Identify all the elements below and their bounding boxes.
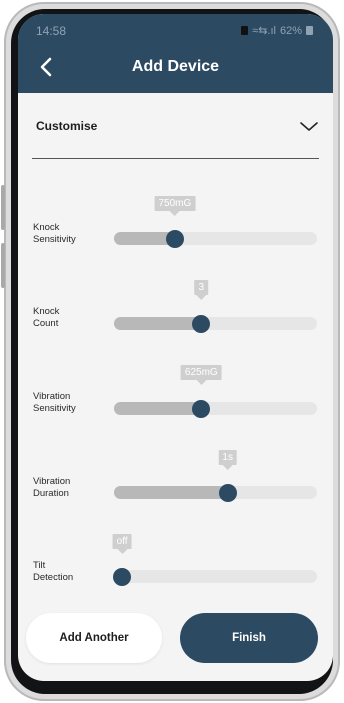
phone-side-button [1, 185, 5, 230]
setting-label: Tilt Detection [33, 560, 103, 583]
label-line1: Vibration [33, 476, 71, 487]
slider-thumb[interactable] [165, 229, 184, 248]
setting-label: Vibration Duration [33, 476, 103, 499]
value-tooltip: off [112, 534, 132, 554]
slider-fill [114, 317, 202, 330]
slider-thumb[interactable] [113, 567, 132, 586]
battery-icon [306, 26, 313, 35]
slider-thumb[interactable] [192, 314, 211, 333]
dropdown-label: Customise [36, 119, 98, 133]
value-tooltip: 1s [218, 450, 237, 470]
value-tooltip: 625mG [180, 365, 222, 385]
value-tooltip: 750mG [154, 196, 196, 216]
setting-label: Knock Sensitivity [33, 222, 103, 245]
battery-level: 62% [279, 24, 302, 37]
slider-track[interactable]: 625mG [114, 365, 317, 418]
status-indicators: ≈⇆.ıl 62% [241, 24, 313, 37]
status-time: 14:58 [36, 24, 67, 38]
signal-icon: ≈⇆.ıl [252, 25, 276, 37]
label-line1: Knock [33, 306, 60, 317]
label-line2: Duration [33, 487, 69, 499]
label-line2: Count [33, 317, 59, 329]
label-line1: Tilt [33, 560, 46, 571]
label-line2: Sensitivity [33, 233, 76, 245]
setting-label: Vibration Sensitivity [33, 391, 103, 414]
app-header: 14:58 ≈⇆.ıl 62% Add Device [18, 14, 333, 93]
label-line2: Sensitivity [33, 402, 76, 414]
value-tooltip: 3 [194, 280, 209, 300]
slider-fill [114, 486, 228, 499]
slider-track[interactable]: off [112, 534, 317, 586]
slider-track[interactable]: 1s [114, 450, 317, 502]
label-line1: Knock [33, 222, 60, 233]
chevron-down-icon [300, 122, 318, 131]
page-title: Add Device [131, 58, 220, 75]
app-screen: 14:58 ≈⇆.ıl 62% Add Device Customise Kno… [18, 14, 333, 681]
phone-side-button [1, 243, 5, 288]
add-another-button[interactable]: Add Another [26, 613, 162, 663]
label-line1: Vibration [33, 391, 71, 402]
setting-label: Knock Count [33, 306, 103, 329]
slider-thumb[interactable] [192, 399, 211, 418]
label-line2: Detection [33, 571, 74, 583]
slider-thumb[interactable] [218, 483, 237, 502]
lock-icon [241, 26, 249, 35]
slider-track[interactable]: 3 [114, 280, 317, 333]
finish-button[interactable]: Finish [180, 613, 318, 663]
customise-dropdown[interactable]: Customise [32, 109, 319, 159]
slider-fill [114, 402, 202, 415]
slider-track[interactable]: 750mG [114, 196, 317, 248]
